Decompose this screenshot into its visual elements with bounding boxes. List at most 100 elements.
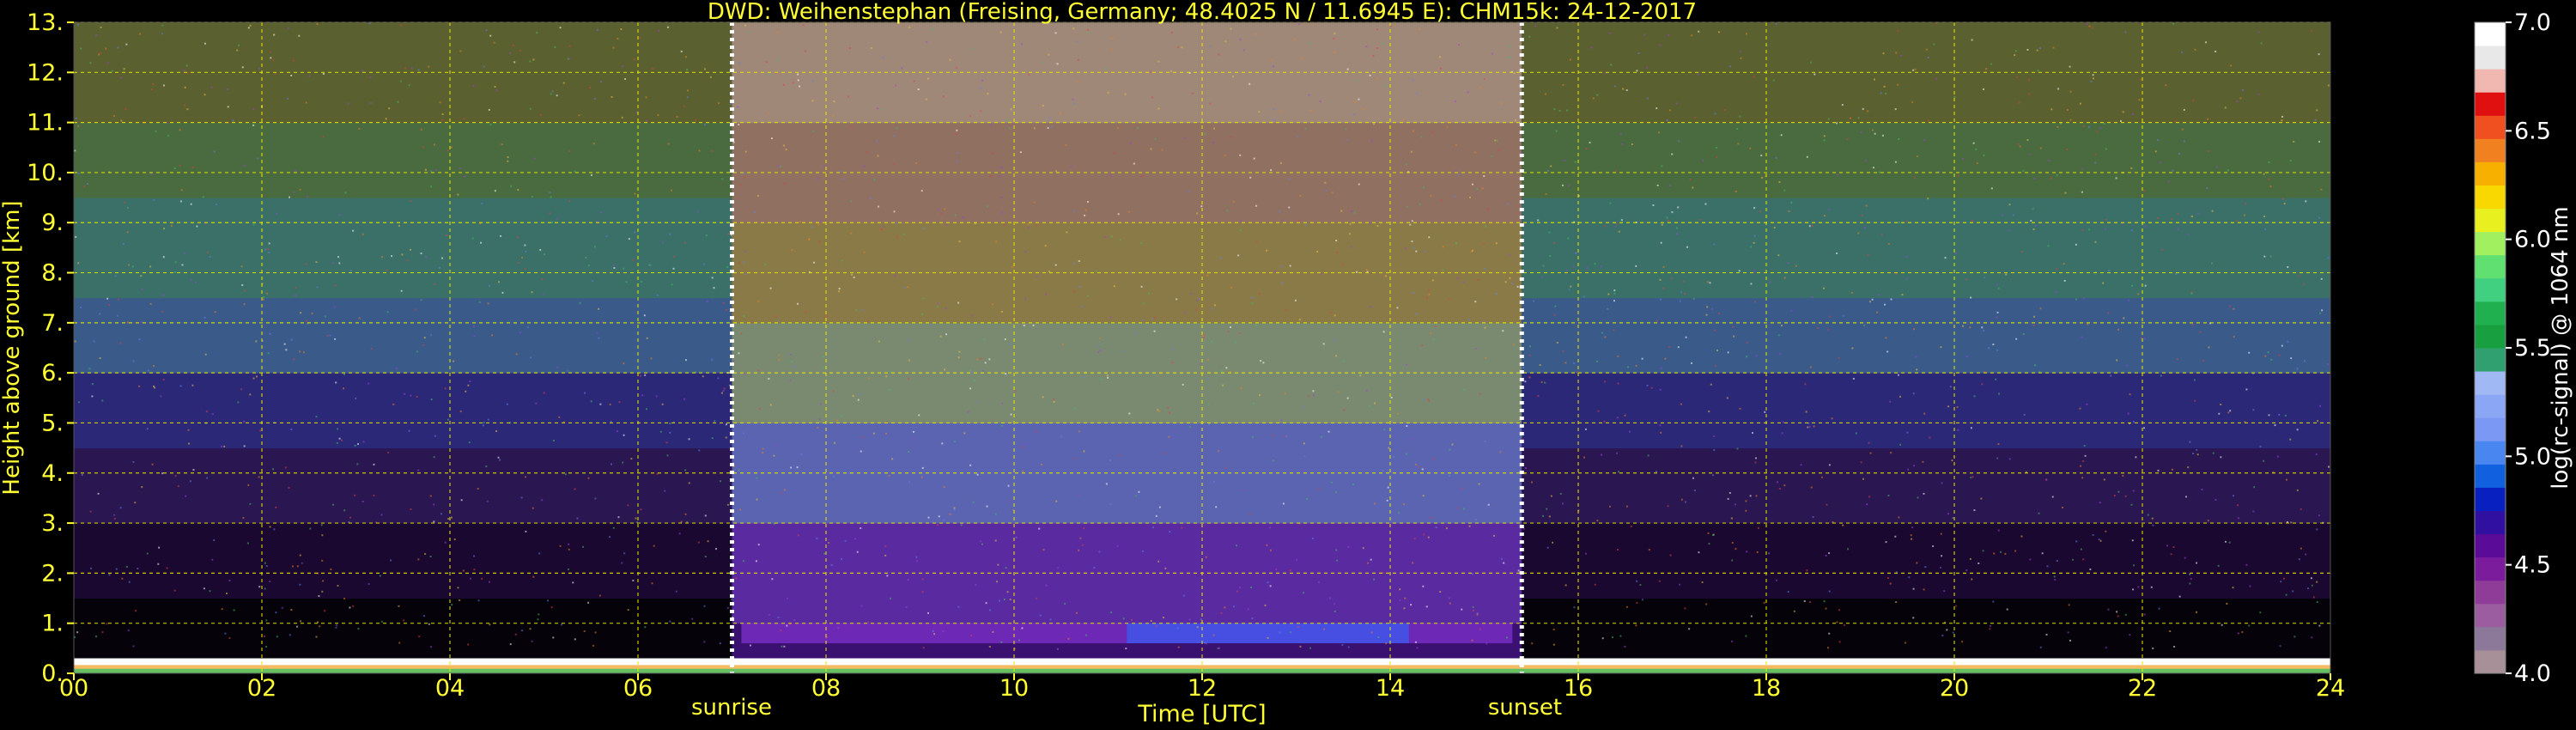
noise-point [330,568,332,570]
noise-point [1358,183,1360,186]
noise-point [2279,645,2281,648]
noise-point [969,387,972,390]
noise-point [252,223,255,226]
noise-point [1660,241,1662,244]
colorbar-segment [2475,464,2506,488]
noise-point [519,50,521,52]
noise-point [1484,440,1486,442]
noise-point [1549,255,1552,258]
noise-point [1251,617,1254,620]
noise-point [1894,535,1897,538]
noise-point [709,76,712,78]
noise-point [1739,407,1741,410]
noise-point [1677,346,1680,349]
noise-point [1376,77,1379,80]
noise-point [477,487,479,490]
noise-point [122,243,125,246]
noise-point [95,34,98,37]
noise-point [841,178,844,180]
noise-point [781,645,783,648]
noise-point [288,486,290,489]
noise-point [316,23,319,26]
noise-point [1425,297,1428,300]
noise-point [1841,104,1844,106]
noise-point [1496,139,1498,142]
noise-point [404,392,406,395]
noise-point [483,65,485,68]
noise-point [1688,628,1691,630]
noise-point [1622,88,1625,90]
noise-point [863,251,866,253]
y-tick-label: 9. [41,210,64,236]
noise-point [1613,292,1616,295]
noise-point [598,337,600,339]
noise-point [1200,618,1202,621]
noise-point [460,499,463,502]
noise-point [401,253,404,256]
noise-point [2316,581,2318,583]
noise-point [526,326,529,329]
noise-point [800,453,803,456]
noise-point [1668,345,1671,348]
noise-point [1679,583,1681,586]
noise-point [77,262,80,265]
noise-point [870,46,872,49]
noise-point [335,381,337,384]
noise-point [1404,597,1406,599]
noise-point [1098,551,1101,553]
noise-point [99,313,101,315]
noise-point [662,241,665,244]
noise-point [2048,159,2050,161]
noise-point [2236,220,2239,222]
noise-point [2116,359,2118,362]
noise-point [1431,279,1434,282]
noise-point [646,119,648,122]
noise-point [1594,263,1596,265]
noise-point [344,192,347,194]
signal-band [74,47,732,73]
noise-point [1471,249,1473,252]
noise-point [2215,50,2217,52]
noise-point [1253,157,1255,160]
noise-point [818,240,821,243]
noise-point [999,31,1002,33]
noise-point [1905,220,1908,222]
noise-point [1675,102,1678,105]
noise-point [2079,407,2081,410]
noise-point [661,403,664,405]
signal-band [1522,47,2330,73]
noise-point [1072,27,1075,30]
noise-point [124,201,126,204]
noise-point [1337,391,1340,393]
noise-point [1531,481,1534,484]
noise-point [1823,600,1826,603]
noise-point [441,113,444,115]
noise-point [2081,191,2083,193]
y-tick-label: 1. [41,611,64,637]
noise-point [2072,558,2075,561]
noise-point [1048,53,1050,56]
noise-point [478,301,481,303]
noise-point [833,475,835,478]
noise-point [1239,154,1242,156]
noise-point [521,630,524,632]
noise-point [2280,581,2282,583]
noise-point [2075,298,2077,301]
noise-point [884,554,887,557]
noise-point [1451,443,1454,446]
noise-point [927,611,930,614]
noise-point [873,179,876,181]
noise-point [1303,470,1305,472]
noise-point [976,473,979,476]
noise-point [2282,577,2285,580]
noise-point [1212,481,1215,484]
noise-point [1413,130,1415,132]
noise-point [1065,144,1067,147]
noise-point [1492,534,1495,537]
noise-point [1604,336,1607,338]
noise-point [2019,145,2021,148]
noise-point [1827,118,1830,120]
noise-point [2237,504,2239,507]
noise-point [2158,607,2160,610]
noise-point [678,532,681,535]
